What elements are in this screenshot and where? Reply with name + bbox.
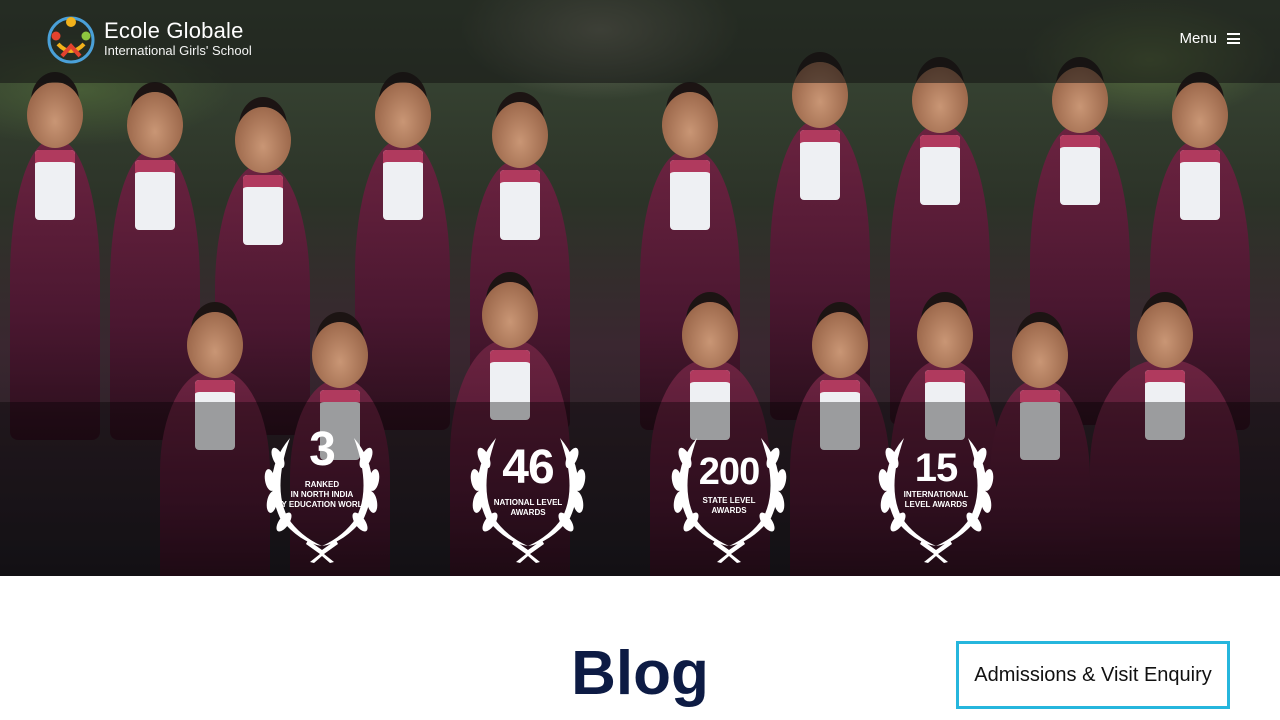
award-badge: 200 STATE LEVEL AWARDS — [659, 418, 799, 563]
award-caption: NATIONAL LEVEL — [493, 498, 563, 507]
school-logo[interactable]: Ecole Globale International Girls' Schoo… — [44, 10, 252, 68]
award-number: 46 — [502, 441, 554, 494]
award-caption: BY EDUCATION WORLD — [275, 500, 369, 509]
site-header: Ecole Globale International Girls' Schoo… — [0, 0, 1280, 83]
award-caption: AWARDS — [510, 508, 546, 517]
student-figure — [10, 140, 100, 440]
award-badge: 15 INTERNATIONAL LEVEL AWARDS — [866, 418, 1006, 563]
award-number: 3 — [309, 423, 336, 476]
awards-strip: 3 RANKED IN NORTH INDIA BY EDUCATION WOR… — [0, 418, 1280, 568]
award-number: 15 — [914, 446, 959, 490]
award-caption: RANKED — [304, 480, 340, 489]
logo-subtitle: International Girls' School — [104, 43, 252, 58]
award-caption: IN NORTH INDIA — [290, 490, 354, 499]
award-caption: STATE LEVEL — [702, 496, 756, 505]
award-badge: 3 RANKED IN NORTH INDIA BY EDUCATION WOR… — [252, 418, 392, 563]
menu-button[interactable]: Menu — [1179, 30, 1240, 47]
admissions-enquiry-button[interactable]: Admissions & Visit Enquiry — [956, 641, 1230, 709]
logo-name: Ecole Globale — [104, 18, 244, 43]
award-caption: INTERNATIONAL — [903, 490, 969, 499]
award-caption: AWARDS — [711, 506, 747, 515]
logo-text: Ecole Globale International Girls' Schoo… — [104, 19, 252, 59]
student-figure — [355, 140, 450, 430]
hamburger-icon — [1227, 33, 1240, 44]
menu-label: Menu — [1179, 30, 1217, 47]
award-number: 200 — [698, 451, 760, 493]
award-badge: 46 NATIONAL LEVEL AWARDS — [458, 418, 598, 563]
logo-emblem-icon — [47, 16, 95, 64]
award-caption: LEVEL AWARDS — [904, 500, 968, 509]
